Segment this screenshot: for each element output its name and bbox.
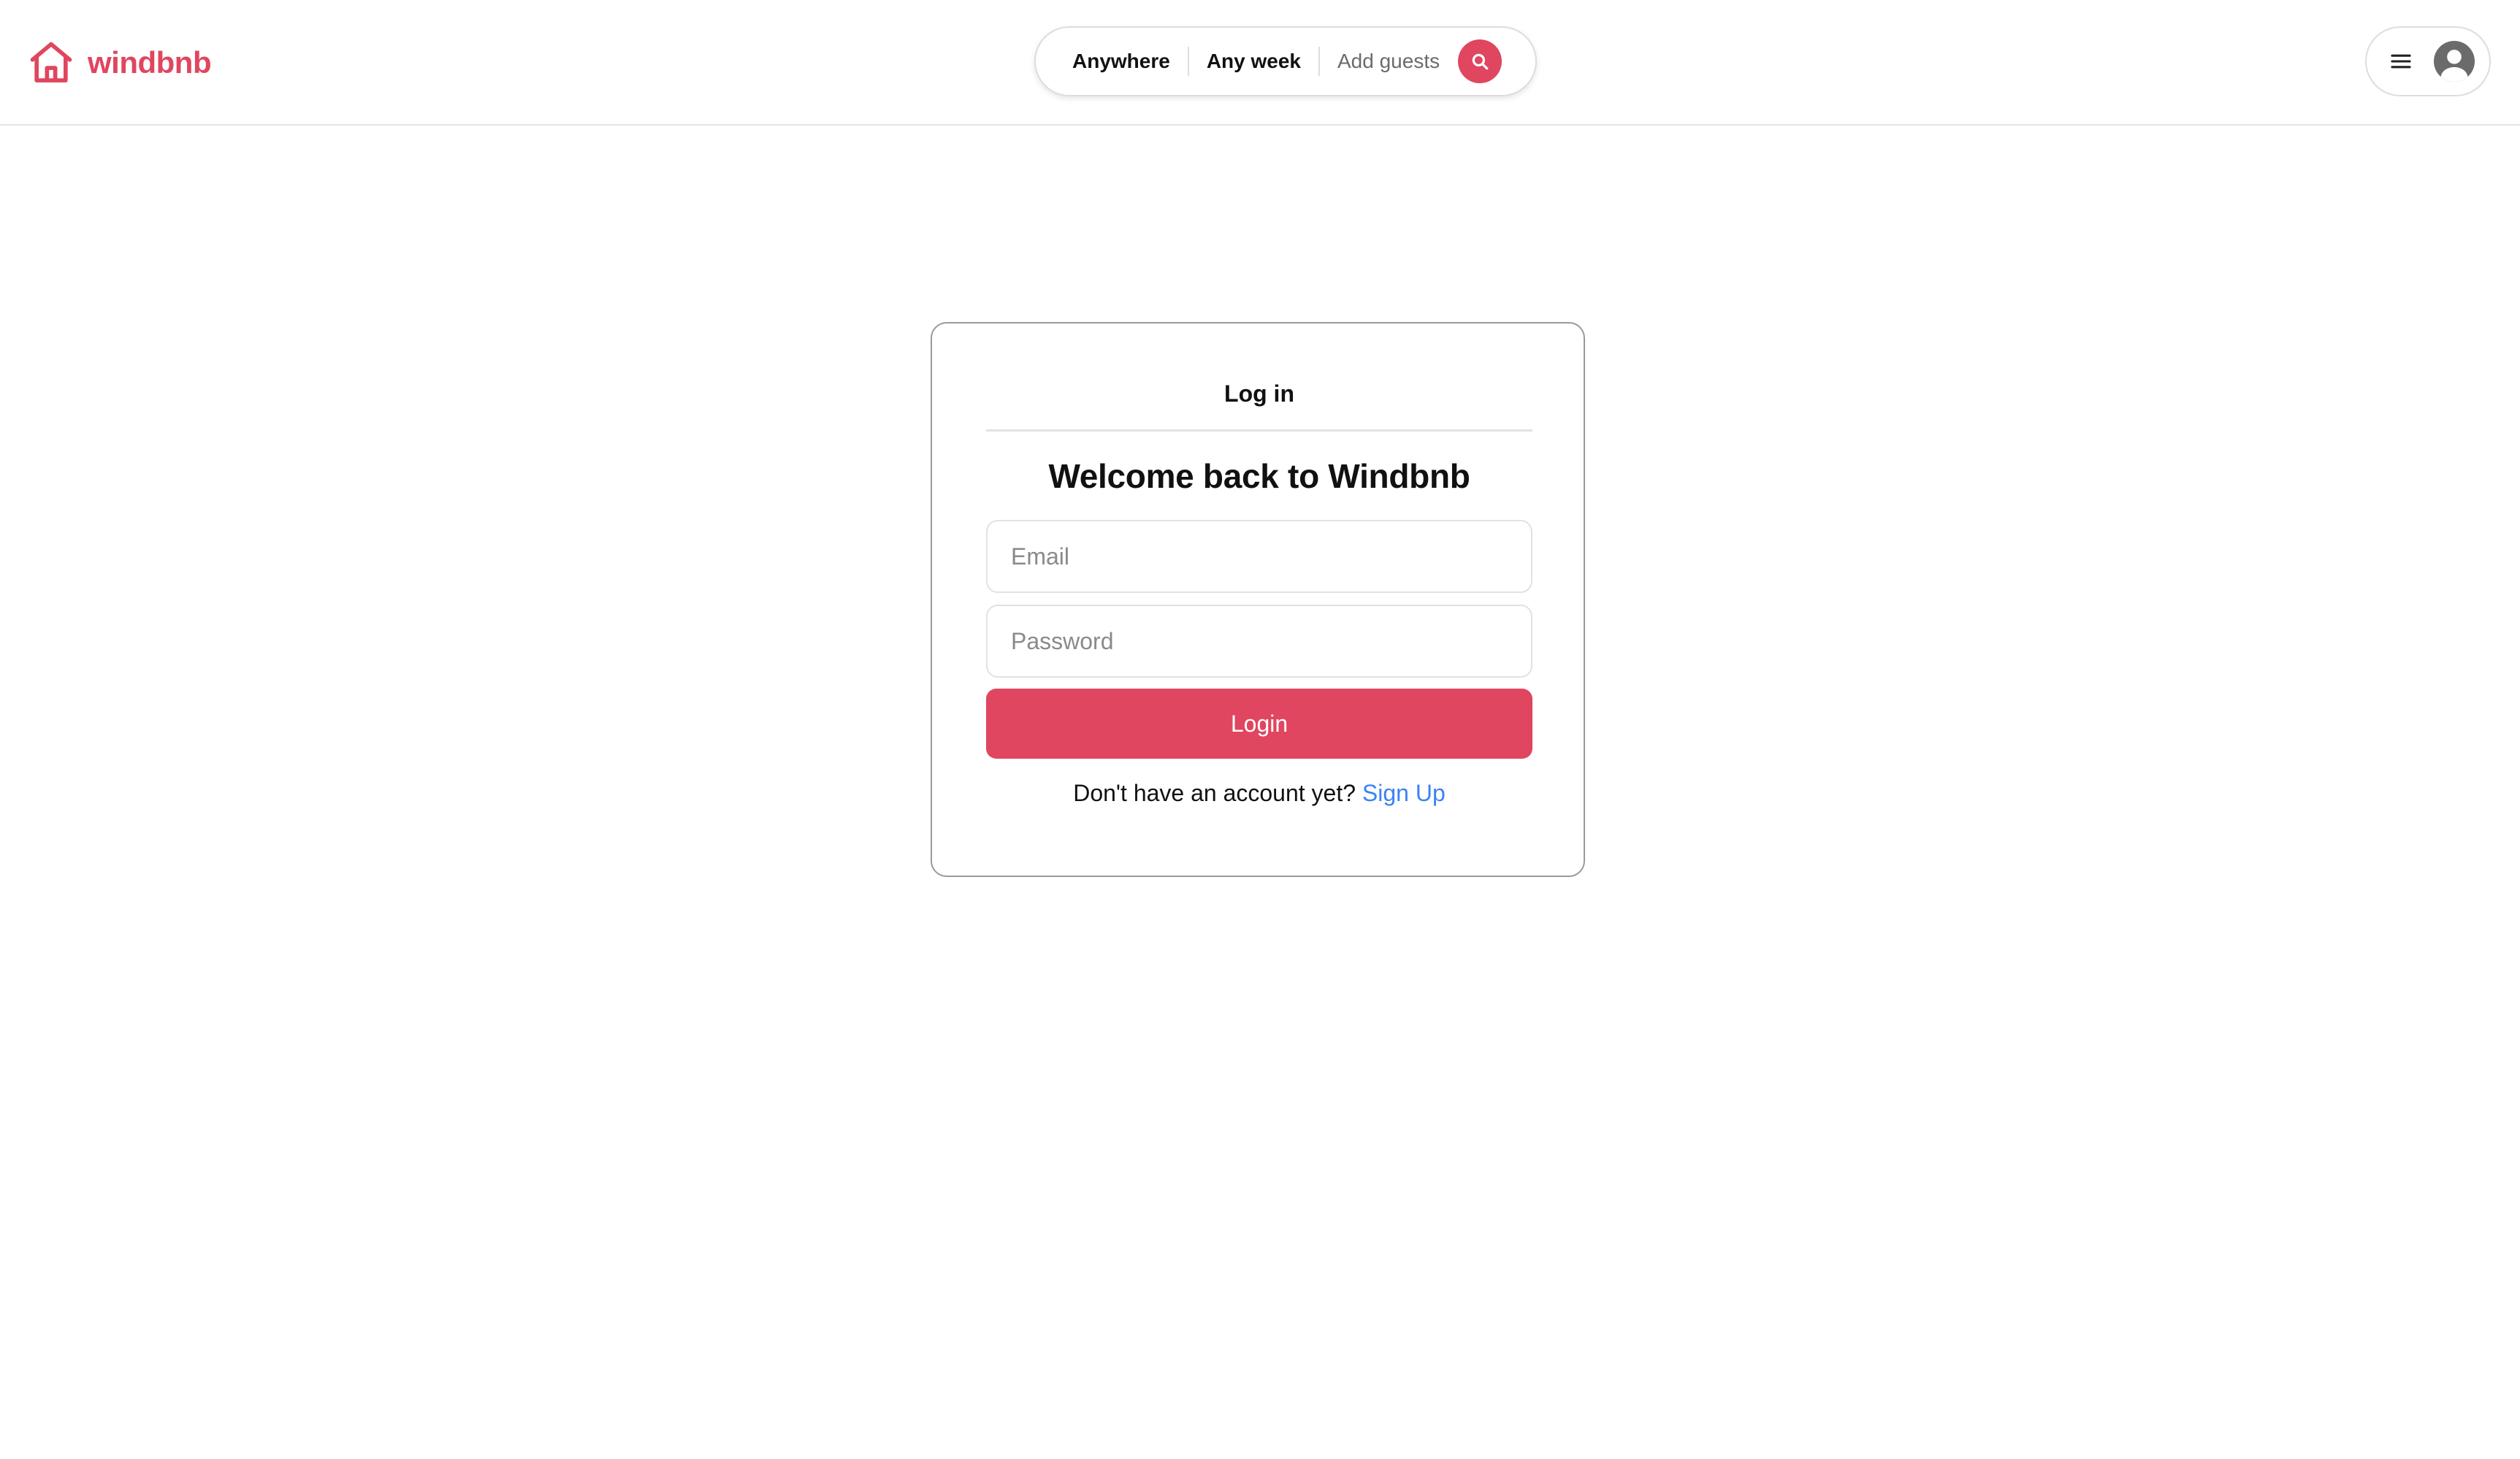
brand-name: windbnb — [88, 45, 212, 80]
login-title: Log in — [1224, 380, 1294, 407]
email-field[interactable] — [986, 520, 1532, 593]
search-button[interactable] — [1458, 39, 1502, 83]
search-divider — [1318, 47, 1320, 76]
search-dates[interactable]: Any week — [1207, 50, 1301, 73]
search-icon — [1472, 53, 1489, 70]
signup-prompt-text: Don't have an account yet? — [1073, 780, 1362, 806]
user-menu-button[interactable] — [2365, 26, 2491, 96]
search-guests[interactable]: Add guests — [1337, 50, 1440, 73]
top-navbar: windbnb Anywhere Any week Add guests — [0, 0, 2520, 126]
login-button[interactable]: Login — [986, 689, 1532, 759]
search-bar[interactable]: Anywhere Any week Add guests — [1034, 26, 1537, 96]
welcome-heading: Welcome back to Windbnb — [1048, 457, 1470, 495]
brand-logo-link[interactable]: windbnb — [26, 35, 212, 91]
title-divider — [986, 429, 1532, 432]
password-field[interactable] — [986, 605, 1532, 678]
house-icon — [30, 42, 72, 83]
hamburger-menu-icon — [2391, 54, 2411, 69]
signup-link[interactable]: Sign Up — [1362, 780, 1446, 806]
search-location[interactable]: Anywhere — [1072, 50, 1170, 73]
login-card: Log in Welcome back to Windbnb Login Don… — [931, 322, 1585, 877]
user-avatar-icon — [2434, 41, 2475, 82]
search-divider — [1187, 47, 1189, 76]
signup-prompt-row: Don't have an account yet? Sign Up — [986, 780, 1532, 807]
